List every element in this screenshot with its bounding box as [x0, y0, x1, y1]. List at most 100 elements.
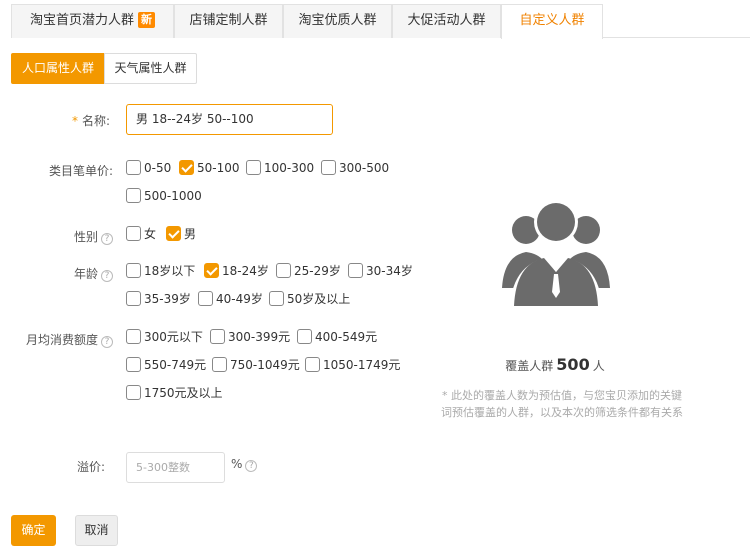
- subtab-label: 天气属性人群: [114, 61, 187, 75]
- question-circle-icon[interactable]: ?: [101, 336, 113, 348]
- option-label: 300-500: [339, 161, 390, 175]
- checkbox[interactable]: [198, 291, 213, 306]
- premium-input[interactable]: 5-300整数: [126, 452, 225, 483]
- question-circle-icon[interactable]: ?: [101, 270, 113, 282]
- tab-label: 自定义人群: [519, 13, 585, 28]
- spending-option-750-1049[interactable]: 750-1049元: [212, 357, 300, 374]
- tab-label: 淘宝优质人群: [298, 13, 377, 28]
- gender-option-female[interactable]: 女: [126, 226, 156, 243]
- age-option-18-24[interactable]: 18-24岁: [204, 263, 269, 280]
- spending-option-1750-plus[interactable]: 1750元及以上: [126, 385, 223, 402]
- tab-label: 大促活动人群: [407, 13, 486, 28]
- spending-label: 月均消费额度?: [4, 331, 113, 348]
- coverage-suffix: 人: [592, 359, 605, 373]
- subtab-label: 人口属性人群: [21, 61, 94, 75]
- tab-label: 店铺定制人群: [189, 13, 268, 28]
- option-label: 300元以下: [144, 330, 203, 344]
- price-option-0-50[interactable]: 0-50: [126, 160, 171, 177]
- age-label-text: 年龄: [73, 267, 98, 281]
- option-label: 1750元及以上: [144, 386, 223, 400]
- subtab-weather[interactable]: 天气属性人群: [104, 53, 197, 84]
- tab-taobao-homepage-potential[interactable]: 淘宝首页潜力人群新: [11, 4, 174, 38]
- checkbox[interactable]: [210, 329, 225, 344]
- coverage-prefix: 覆盖人群: [505, 359, 554, 373]
- tab-taobao-quality[interactable]: 淘宝优质人群: [283, 4, 392, 38]
- name-input[interactable]: 男 18--24岁 50--100: [126, 104, 333, 135]
- tab-label: 淘宝首页潜力人群: [29, 13, 134, 28]
- spending-option-550-749[interactable]: 550-749元: [126, 357, 206, 374]
- option-label: 550-749元: [144, 358, 207, 372]
- checkbox[interactable]: [305, 357, 320, 372]
- spending-option-1050-1749[interactable]: 1050-1749元: [305, 357, 400, 374]
- spending-label-text: 月均消费额度: [25, 333, 98, 347]
- option-label: 0-50: [144, 161, 172, 175]
- option-label: 35-39岁: [144, 292, 191, 306]
- spending-option-under-300[interactable]: 300元以下: [126, 329, 203, 346]
- checkbox[interactable]: [126, 160, 141, 175]
- checkbox-checked[interactable]: [166, 226, 181, 241]
- spending-option-400-549[interactable]: 400-549元: [297, 329, 377, 346]
- option-label: 男: [184, 227, 197, 241]
- option-label: 1050-1749元: [323, 358, 401, 372]
- checkbox[interactable]: [126, 263, 141, 278]
- price-option-300-500[interactable]: 300-500: [321, 160, 389, 177]
- checkbox[interactable]: [126, 188, 141, 203]
- premium-unit: %?: [231, 457, 258, 472]
- checkbox[interactable]: [126, 291, 141, 306]
- option-label: 400-549元: [315, 330, 378, 344]
- people-group-icon: [502, 200, 610, 308]
- age-option-under-18[interactable]: 18岁以下: [126, 263, 195, 280]
- checkbox[interactable]: [126, 385, 141, 400]
- gender-label: 性别?: [40, 228, 113, 245]
- confirm-button[interactable]: 确定: [11, 515, 56, 546]
- checkbox[interactable]: [297, 329, 312, 344]
- checkbox-checked[interactable]: [204, 263, 219, 278]
- name-label-text: 名称:: [81, 114, 110, 128]
- checkbox[interactable]: [126, 329, 141, 344]
- percent-sign: %: [231, 457, 243, 471]
- checkbox[interactable]: [126, 226, 141, 241]
- checkbox-checked[interactable]: [179, 160, 194, 175]
- gender-option-male[interactable]: 男: [166, 226, 196, 243]
- option-label: 50-100: [197, 161, 240, 175]
- price-option-500-1000[interactable]: 500-1000: [126, 188, 202, 205]
- tab-custom[interactable]: 自定义人群: [501, 4, 603, 39]
- question-circle-icon[interactable]: ?: [101, 233, 113, 245]
- subtab-demographic[interactable]: 人口属性人群: [11, 53, 105, 84]
- option-label: 18-24岁: [222, 264, 269, 278]
- option-label: 女: [144, 227, 157, 241]
- cancel-button[interactable]: 取消: [75, 515, 118, 546]
- audience-type-tabs: 淘宝首页潜力人群新 店铺定制人群 淘宝优质人群 大促活动人群 自定义人群: [11, 4, 750, 39]
- age-option-30-34[interactable]: 30-34岁: [348, 263, 413, 280]
- required-mark: *: [71, 114, 78, 128]
- coverage-count: 500: [556, 355, 590, 374]
- age-option-25-29[interactable]: 25-29岁: [276, 263, 341, 280]
- coverage-note: * 此处的覆盖人数为预估值，与您宝贝添加的关键词预估覆盖的人群，以及本次的筛选条…: [441, 389, 683, 419]
- age-option-40-49[interactable]: 40-49岁: [198, 291, 263, 308]
- age-label: 年龄?: [40, 265, 113, 282]
- checkbox[interactable]: [126, 357, 141, 372]
- price-option-50-100[interactable]: 50-100: [179, 160, 240, 177]
- option-label: 25-29岁: [294, 264, 341, 278]
- name-label: * 名称:: [40, 112, 110, 129]
- age-option-35-39[interactable]: 35-39岁: [126, 291, 191, 308]
- spending-option-300-399[interactable]: 300-399元: [210, 329, 290, 346]
- tab-shop-custom[interactable]: 店铺定制人群: [174, 4, 283, 38]
- checkbox[interactable]: [348, 263, 363, 278]
- checkbox[interactable]: [276, 263, 291, 278]
- option-label: 750-1049元: [230, 358, 300, 372]
- option-label: 18岁以下: [144, 264, 196, 278]
- checkbox[interactable]: [321, 160, 336, 175]
- question-circle-icon[interactable]: ?: [245, 460, 258, 472]
- premium-label: 溢价:: [76, 460, 105, 474]
- coverage-summary: 覆盖人群 500 人: [470, 355, 640, 374]
- option-label: 40-49岁: [216, 292, 263, 306]
- category-price-label: 类目笔单价:: [48, 164, 113, 178]
- checkbox[interactable]: [212, 357, 227, 372]
- checkbox[interactable]: [246, 160, 261, 175]
- option-label: 500-1000: [144, 189, 202, 203]
- price-option-100-300[interactable]: 100-300: [246, 160, 314, 177]
- tab-promotion-event[interactable]: 大促活动人群: [392, 4, 501, 38]
- age-option-50-plus[interactable]: 50岁及以上: [269, 291, 350, 308]
- checkbox[interactable]: [269, 291, 284, 306]
